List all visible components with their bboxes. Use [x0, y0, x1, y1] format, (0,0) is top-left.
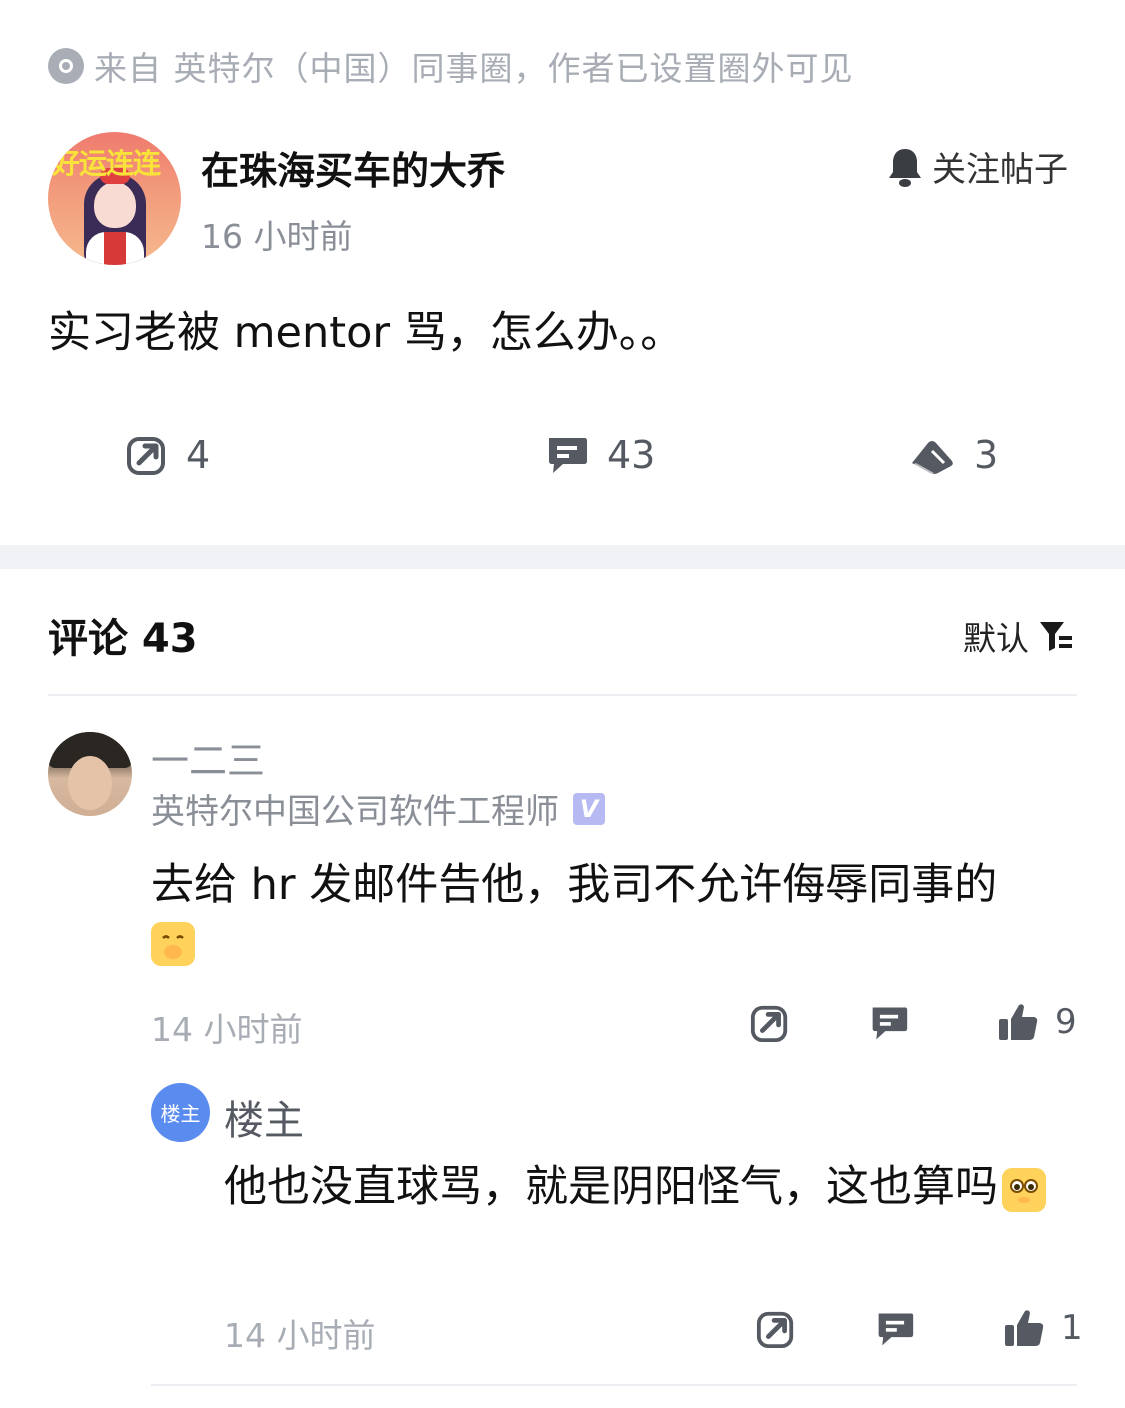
comment-count: 43 — [607, 433, 656, 477]
commenter-title: 英特尔中国公司软件工程师 V — [151, 784, 605, 833]
reply-share-icon[interactable] — [756, 1309, 796, 1349]
sort-button[interactable]: 默认 — [963, 612, 1073, 660]
follow-post-label: 关注帖子 — [932, 150, 1068, 190]
comment-body: 去给 hr 发邮件告他，我司不允许侮辱同事的 — [151, 860, 998, 910]
reply-like-button[interactable]: 1 — [1003, 1307, 1083, 1349]
author-name[interactable]: 在珠海买车的大乔 — [201, 140, 505, 195]
commenter-avatar[interactable] — [48, 732, 132, 816]
like-count: 3 — [974, 433, 999, 477]
post-body: 实习老被 mentor 骂，怎么办。。 — [48, 308, 684, 358]
verified-badge: V — [573, 792, 605, 825]
thumbs-up-icon — [999, 1004, 1038, 1040]
post-time: 16 小时前 — [201, 217, 353, 256]
reply-name[interactable]: 楼主 — [224, 1088, 304, 1146]
comment-reply-icon[interactable] — [869, 1003, 909, 1043]
comment-icon — [549, 438, 587, 473]
thumbs-up-icon — [1005, 1310, 1044, 1346]
like-stat-button[interactable]: 3 — [908, 433, 998, 477]
reply-avatar[interactable]: 楼主 — [151, 1083, 210, 1142]
comment-like-count: 9 — [1055, 1002, 1077, 1042]
cover-mouth-emoji-icon — [151, 922, 195, 966]
share-stat-button[interactable]: 4 — [126, 433, 210, 477]
bell-icon — [889, 148, 921, 187]
comment-stat-button[interactable]: 43 — [545, 433, 655, 477]
reply-divider — [151, 1384, 1077, 1386]
comments-title: 评论 43 — [48, 616, 198, 662]
reply-like-count: 1 — [1061, 1308, 1083, 1348]
commenter-name[interactable]: 一二三 — [151, 730, 265, 785]
reply-comment-icon[interactable] — [875, 1309, 915, 1349]
reply-body: 他也没直球骂，就是阴阳怪气，这也算吗 — [224, 1154, 1084, 1220]
reply-body-text: 他也没直球骂，就是阴阳怪气，这也算吗 — [224, 1162, 998, 1212]
pleading-emoji-icon — [1002, 1167, 1046, 1212]
share-icon — [127, 437, 165, 475]
reply-time: 14 小时前 — [224, 1316, 376, 1355]
section-divider — [0, 545, 1125, 569]
share-count: 4 — [186, 433, 211, 477]
circle-source-icon — [48, 48, 84, 84]
avatar-banner-text: 好运连连 — [52, 147, 161, 180]
source-notice: 来自 英特尔（中国）同事圈，作者已设置圈外可见 — [94, 49, 854, 88]
follow-post-button[interactable]: 关注帖子 — [886, 142, 1068, 191]
author-avatar[interactable]: 好运连连 — [48, 132, 181, 265]
commenter-title-text: 英特尔中国公司软件工程师 — [151, 792, 559, 832]
comments-divider — [48, 694, 1077, 696]
like-hand-icon — [912, 441, 953, 475]
comment-like-button[interactable]: 9 — [997, 1001, 1077, 1043]
sort-label: 默认 — [963, 619, 1029, 658]
comment-share-icon[interactable] — [750, 1003, 790, 1043]
filter-icon — [1040, 622, 1072, 651]
comment-time: 14 小时前 — [151, 1010, 303, 1049]
